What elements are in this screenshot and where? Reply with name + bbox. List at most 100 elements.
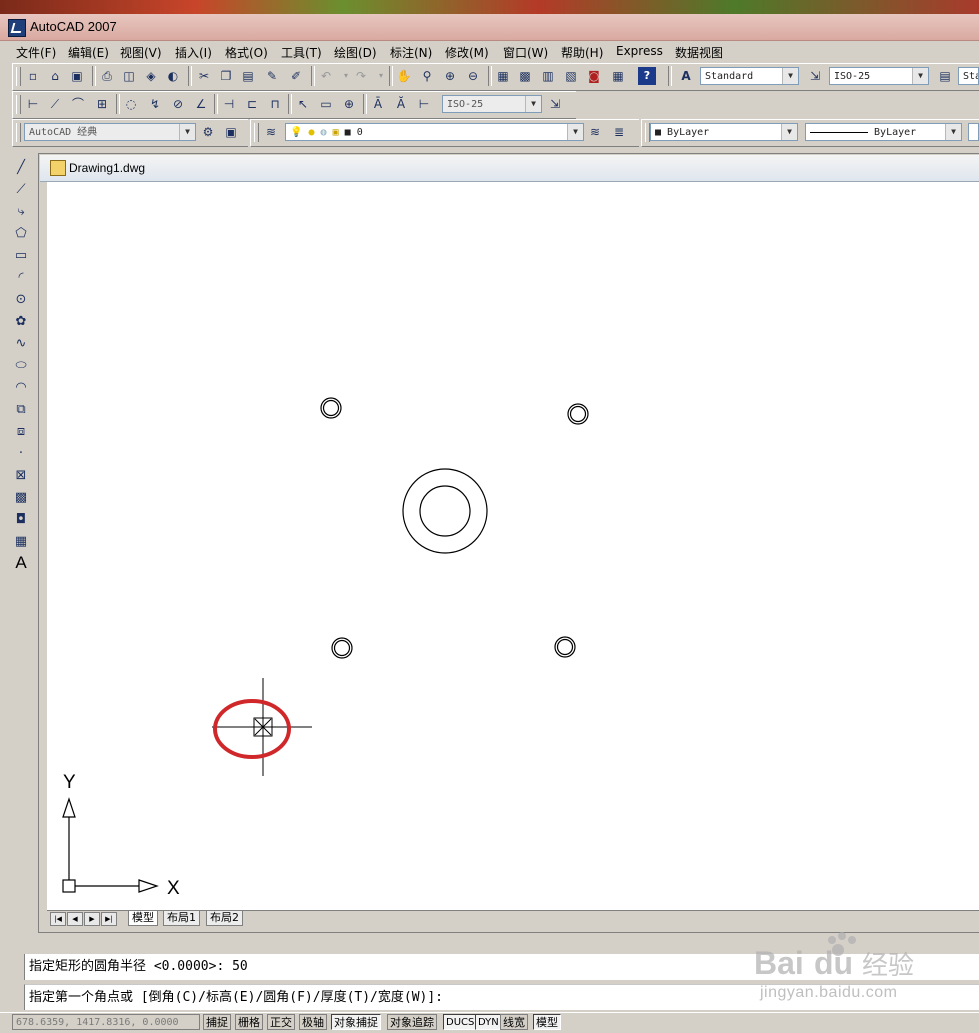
layer-combo[interactable]: 💡 ● ◍ ▣ ■ 0 ▼ bbox=[285, 123, 584, 141]
tab-layout2[interactable]: 布局2 bbox=[206, 911, 243, 926]
continue-dim-icon[interactable]: ⊓ bbox=[266, 95, 284, 113]
dyn-toggle[interactable]: DYN bbox=[475, 1014, 502, 1030]
next-tab-icon[interactable]: ▶ bbox=[84, 912, 100, 926]
linear-dim-icon[interactable]: ⊢ bbox=[24, 95, 42, 113]
bolt-hole-bottom-right[interactable] bbox=[554, 636, 576, 658]
3d-dwf-icon[interactable]: ◐ bbox=[164, 67, 182, 85]
design-center-icon[interactable]: ▩ bbox=[516, 67, 534, 85]
ellipse-arc-icon[interactable]: ◠ bbox=[11, 377, 31, 397]
menu-dimension[interactable]: 标注(N) bbox=[390, 44, 432, 61]
center-bore[interactable] bbox=[402, 468, 488, 554]
title-bar[interactable] bbox=[0, 14, 979, 41]
autocad-icon[interactable] bbox=[8, 19, 26, 37]
new-icon[interactable]: ▫ bbox=[24, 67, 42, 85]
save-icon[interactable]: ▣ bbox=[68, 67, 86, 85]
make-current-layer-icon[interactable]: ≋ bbox=[586, 123, 604, 141]
tool-palettes-icon[interactable]: ▥ bbox=[539, 67, 557, 85]
line-icon[interactable]: ╱ bbox=[11, 157, 31, 177]
table-style-icon[interactable]: ▤ bbox=[936, 67, 954, 85]
print-preview-icon[interactable]: ◫ bbox=[120, 67, 138, 85]
toolbar-grip[interactable] bbox=[16, 67, 21, 86]
jogged-dim-icon[interactable]: ↯ bbox=[146, 95, 164, 113]
help-icon[interactable]: ? bbox=[638, 67, 656, 85]
diameter-dim-icon[interactable]: ⊘ bbox=[169, 95, 187, 113]
dim-style-icon[interactable]: ⇲ bbox=[546, 95, 564, 113]
menu-modify[interactable]: 修改(M) bbox=[445, 44, 489, 61]
ducs-toggle[interactable]: DUCS bbox=[443, 1014, 478, 1030]
model-toggle[interactable]: 模型 bbox=[533, 1014, 561, 1030]
text-style-combo[interactable]: Standard ▼ bbox=[700, 67, 799, 85]
ortho-toggle[interactable]: 正交 bbox=[267, 1014, 295, 1030]
menu-window[interactable]: 窗口(W) bbox=[503, 44, 548, 61]
polyline-icon[interactable]: ⤷ bbox=[11, 201, 31, 221]
point-icon[interactable]: · bbox=[11, 443, 31, 463]
drawing-canvas[interactable]: Y X bbox=[47, 182, 979, 910]
angular-dim-icon[interactable]: ∠ bbox=[192, 95, 210, 113]
lineweight-toggle[interactable]: 线宽 bbox=[500, 1014, 528, 1030]
text-style-icon[interactable]: A bbox=[677, 67, 695, 85]
linetype-combo[interactable]: ByLayer ▼ bbox=[805, 123, 962, 141]
bolt-hole-top-right[interactable] bbox=[567, 403, 589, 425]
undo-icon[interactable]: ↶ bbox=[317, 67, 335, 85]
spline-icon[interactable]: ∿ bbox=[11, 333, 31, 353]
drawing-title-bar[interactable] bbox=[40, 155, 979, 182]
zoom-previous-icon[interactable]: ⊖ bbox=[464, 67, 482, 85]
block-editor-icon[interactable]: ✐ bbox=[287, 67, 305, 85]
color-combo[interactable]: ■ ByLayer ▼ bbox=[650, 123, 798, 141]
menu-edit[interactable]: 编辑(E) bbox=[68, 44, 109, 61]
polygon-icon[interactable]: ⬠ bbox=[11, 223, 31, 243]
copy-icon[interactable]: ❐ bbox=[217, 67, 235, 85]
zoom-realtime-icon[interactable]: ⚲ bbox=[418, 67, 436, 85]
markup-icon[interactable]: ◙ bbox=[585, 67, 603, 85]
chevron-down-icon[interactable]: ▼ bbox=[567, 124, 583, 140]
multiline-text-icon[interactable]: A bbox=[11, 553, 31, 573]
layer-previous-icon[interactable]: ≣ bbox=[610, 123, 628, 141]
arc-length-icon[interactable]: ⌒ bbox=[69, 95, 87, 113]
properties-icon[interactable]: ▦ bbox=[494, 67, 512, 85]
menu-express[interactable]: Express bbox=[616, 44, 663, 58]
bolt-hole-bottom-left[interactable] bbox=[331, 637, 353, 659]
otrack-toggle[interactable]: 对象追踪 bbox=[387, 1014, 437, 1030]
aligned-dim-icon[interactable]: ⟋ bbox=[46, 95, 64, 113]
paste-icon[interactable]: ▤ bbox=[239, 67, 257, 85]
workspace-settings-icon[interactable]: ⚙ bbox=[199, 123, 217, 141]
bolt-hole-top-left[interactable] bbox=[320, 397, 342, 419]
open-icon[interactable]: ⌂ bbox=[46, 67, 64, 85]
osnap-toggle[interactable]: 对象捕捉 bbox=[331, 1014, 381, 1030]
workspace-combo[interactable]: AutoCAD 经典 ▼ bbox=[24, 123, 196, 141]
menu-draw[interactable]: 绘图(D) bbox=[334, 44, 377, 61]
center-mark-icon[interactable]: ⊕ bbox=[340, 95, 358, 113]
tolerance-icon[interactable]: ▭ bbox=[317, 95, 335, 113]
toolbar-grip[interactable] bbox=[16, 123, 21, 142]
sheet-set-icon[interactable]: ▧ bbox=[562, 67, 580, 85]
circle-icon[interactable]: ⊙ bbox=[11, 289, 31, 309]
revision-cloud-icon[interactable]: ✿ bbox=[11, 311, 31, 331]
lineweight-combo[interactable] bbox=[968, 123, 979, 141]
grid-toggle[interactable]: 栅格 bbox=[235, 1014, 263, 1030]
menu-file[interactable]: 文件(F) bbox=[16, 44, 56, 61]
redo-icon[interactable]: ↷ bbox=[352, 67, 370, 85]
redo-dropdown-icon[interactable]: ▾ bbox=[372, 67, 390, 85]
gradient-icon[interactable]: ▩ bbox=[11, 487, 31, 507]
hatch-icon[interactable]: ⊠ bbox=[11, 465, 31, 485]
coordinate-readout[interactable]: 678.6359, 1417.8316, 0.0000 bbox=[12, 1014, 200, 1030]
menu-tools[interactable]: 工具(T) bbox=[281, 44, 322, 61]
cut-icon[interactable]: ✂ bbox=[195, 67, 213, 85]
dim-text-edit-icon[interactable]: Ă bbox=[392, 95, 410, 113]
last-tab-icon[interactable]: ▶| bbox=[101, 912, 117, 926]
zoom-window-icon[interactable]: ⊕ bbox=[441, 67, 459, 85]
chevron-down-icon[interactable]: ▼ bbox=[781, 124, 797, 140]
menu-help[interactable]: 帮助(H) bbox=[561, 44, 603, 61]
menu-data-view[interactable]: 数据视图 bbox=[675, 44, 723, 61]
region-icon[interactable]: ◘ bbox=[11, 509, 31, 529]
dim-style-combo[interactable]: ISO-25 ▼ bbox=[829, 67, 929, 85]
chevron-down-icon[interactable]: ▼ bbox=[782, 68, 798, 84]
arc-icon[interactable]: ◜ bbox=[11, 267, 31, 287]
toolbar-grip[interactable] bbox=[254, 123, 259, 142]
polar-toggle[interactable]: 极轴 bbox=[299, 1014, 327, 1030]
ellipse-icon[interactable]: ⬭ bbox=[11, 355, 31, 375]
dim-style-icon[interactable]: ⇲ bbox=[806, 67, 824, 85]
dim-style-combo-2[interactable]: ISO-25 ▼ bbox=[442, 95, 542, 113]
chevron-down-icon[interactable]: ▼ bbox=[525, 96, 541, 112]
quickcalc-icon[interactable]: ▦ bbox=[609, 67, 627, 85]
